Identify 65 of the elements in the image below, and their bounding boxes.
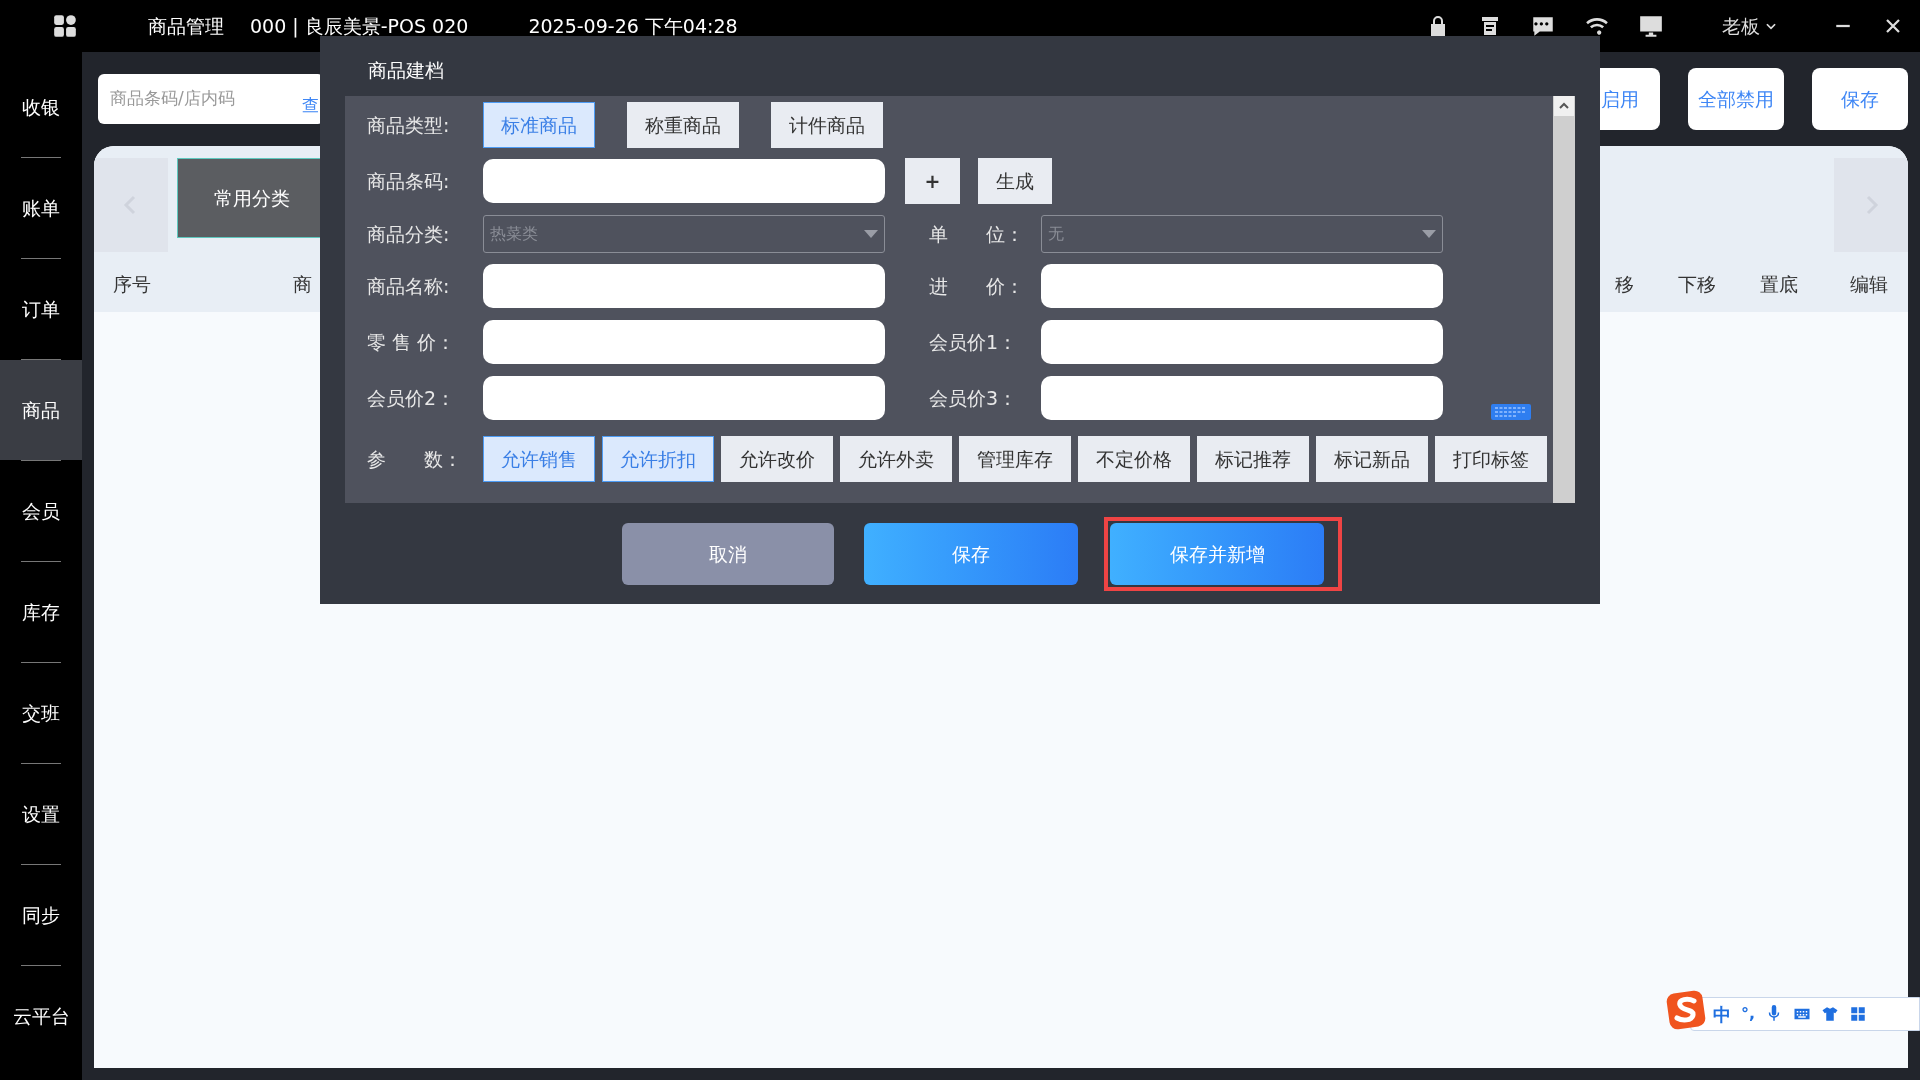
param-toggle[interactable]: 标记新品 [1316,436,1428,482]
apps-icon[interactable] [52,13,78,39]
type-option[interactable]: 计件商品 [771,102,883,148]
sidebar-item[interactable]: 同步 [0,865,82,965]
sidebar-item[interactable]: 库存 [0,562,82,662]
field-label: 单 位： [929,221,1025,247]
search-button[interactable]: 查 [302,93,319,119]
toolbar-button[interactable]: 保存 [1812,68,1908,130]
store-name: 000 | 良辰美景-POS 020 [250,13,469,40]
add-button[interactable]: + [905,158,960,204]
close-icon[interactable] [1884,17,1902,35]
param-toggle[interactable]: 允许改价 [721,436,833,482]
text-input[interactable] [1041,320,1443,364]
generate-button[interactable]: 生成 [978,158,1052,204]
column-header: 下移 [1678,271,1716,297]
ime-logo-icon[interactable] [1666,990,1706,1030]
sidebar-item[interactable]: 会员 [0,461,82,561]
field-label: 商品条码: [367,168,451,194]
field-label: 会员价2： [367,385,457,411]
param-toggle[interactable]: 标记推荐 [1197,436,1309,482]
dropdown-icon [864,230,878,238]
shirt-icon[interactable] [1821,1005,1840,1023]
param-toggle[interactable]: 允许外卖 [840,436,952,482]
field-label: 商品分类: [367,221,451,247]
sidebar-item[interactable]: 商品 [0,360,82,460]
sidebar-item[interactable]: 云平台 [0,966,82,1066]
column-header: 序号 [113,271,151,297]
column-header: 编辑 [1850,271,1888,297]
sidebar-item[interactable]: 收银 [0,57,82,157]
user-menu[interactable]: 老板 [1722,11,1778,41]
field-label: 商品名称: [367,273,451,299]
param-toggle[interactable]: 不定价格 [1078,436,1190,482]
field-label: 零 售 价： [367,329,457,355]
field-label: 会员价3： [929,385,1019,411]
param-toggle[interactable]: 打印标签 [1435,436,1547,482]
dropdown-icon [1422,230,1436,238]
text-input[interactable] [483,376,885,420]
column-header: 移 [1615,271,1634,297]
monitor-icon[interactable] [1638,13,1664,39]
text-input[interactable] [1041,376,1443,420]
field-label: 商品类型: [367,112,451,138]
scroll-up-icon [1559,101,1569,111]
ime-punctuation[interactable]: °, [1741,1002,1756,1026]
page-title: 商品管理 [148,13,224,39]
sidebar-item[interactable]: 订单 [0,259,82,359]
field-label: 会员价1： [929,329,1019,355]
barcode-input[interactable] [483,159,885,203]
sidebar-item[interactable]: 账单 [0,158,82,258]
column-header: 商 [293,271,312,297]
column-header: 置底 [1760,271,1798,297]
sidebar-item[interactable]: 交班 [0,663,82,763]
param-toggle[interactable]: 管理库存 [959,436,1071,482]
type-option[interactable]: 称重商品 [627,102,739,148]
text-input[interactable] [483,264,885,308]
field-label: 参 数： [367,446,463,472]
text-input[interactable] [483,320,885,364]
dialog-title: 商品建档 [368,58,445,83]
ime-mode[interactable]: 中 [1713,1000,1731,1028]
text-input[interactable] [1041,264,1443,308]
scrollbar[interactable] [1553,96,1575,503]
toolbar-button[interactable]: 全部禁用 [1688,68,1784,130]
datetime: 2025-09-26 下午04:28 [528,13,738,39]
field-label: 进 价： [929,273,1025,299]
grid-icon[interactable] [1849,1005,1868,1023]
sidebar-item[interactable]: 设置 [0,764,82,864]
